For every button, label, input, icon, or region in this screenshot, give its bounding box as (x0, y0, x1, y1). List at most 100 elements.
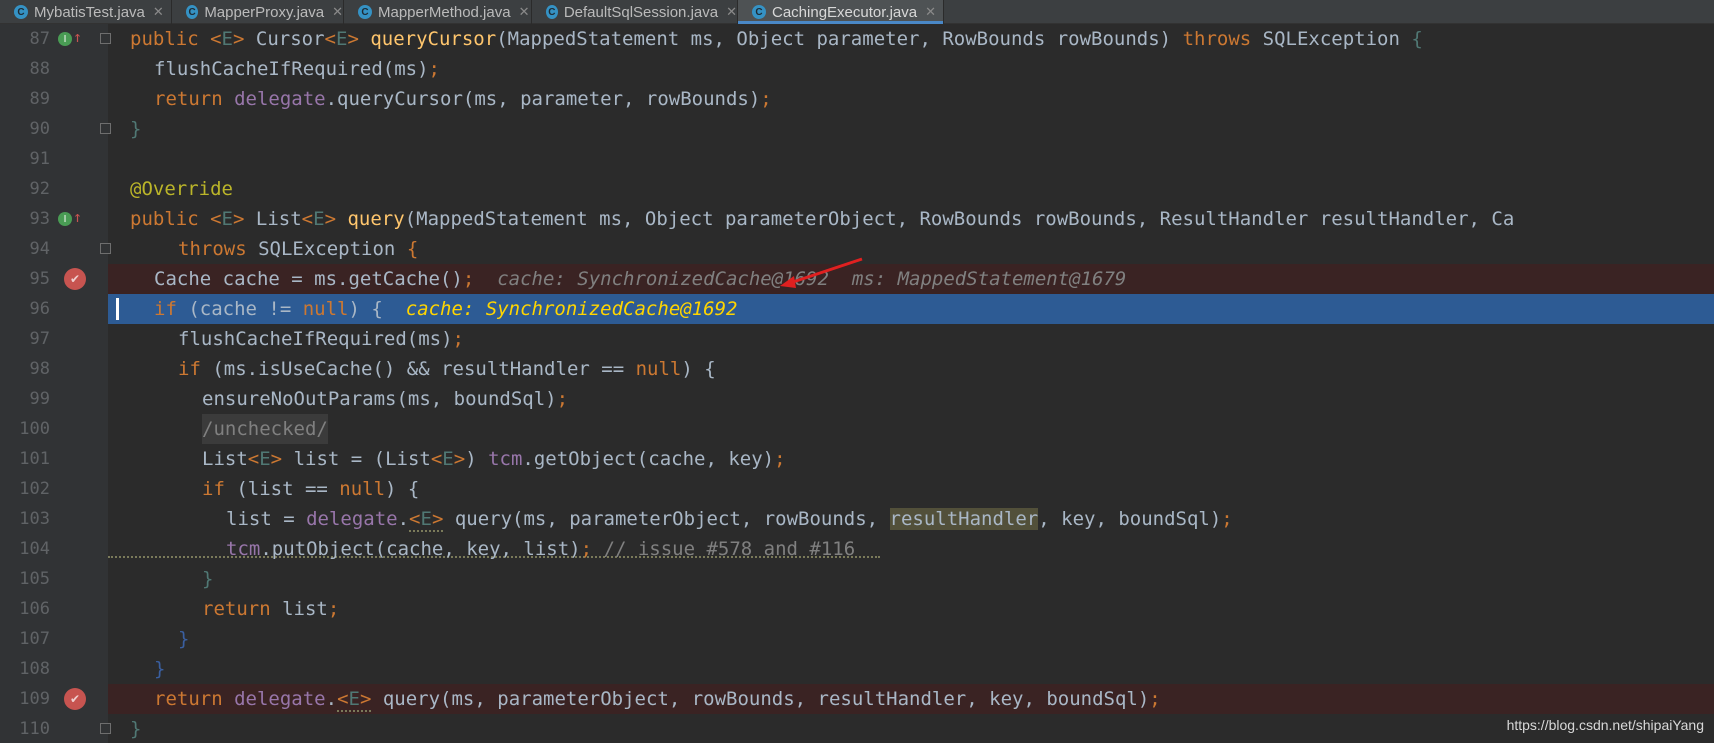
gutter-line[interactable]: 98 (0, 354, 108, 384)
close-icon[interactable]: ✕ (332, 4, 343, 20)
class-icon: C (186, 5, 199, 19)
gutter-line[interactable]: 90 (0, 114, 111, 144)
code-line-95[interactable]: Cache cache = ms.getCache(); cache: Sync… (108, 264, 1714, 294)
code-line-100[interactable]: /unchecked/ (108, 414, 1714, 444)
gutter-line[interactable]: 96 (0, 294, 108, 324)
code-line-99[interactable]: ensureNoOutParams(ms, boundSql); (108, 384, 1714, 414)
generic-bracket: > (359, 688, 372, 710)
code-line-93[interactable]: public <E> List<E> query(MappedStatement… (108, 204, 1714, 234)
tab-defaultsqlsession[interactable]: C DefaultSqlSession.java ✕ (532, 0, 738, 24)
gutter-line[interactable]: 88 (0, 54, 108, 84)
tab-cachingexecutor[interactable]: C CachingExecutor.java ✕ (738, 0, 944, 24)
type-param: E (259, 448, 271, 470)
gutter-line[interactable]: 102 (0, 474, 108, 504)
implements-icon[interactable]: I (58, 212, 72, 226)
gutter-line[interactable]: 100 (0, 414, 108, 444)
gutter-line[interactable]: 105 (0, 564, 108, 594)
gutter-line[interactable]: 87 I ↑ (0, 24, 111, 54)
code-line-106[interactable]: return list; (108, 594, 1714, 624)
keyword: return (154, 88, 223, 110)
gutter-line[interactable]: 108 (0, 654, 108, 684)
method-call: ensureNoOutParams(ms, boundSql) (202, 388, 557, 410)
close-icon[interactable]: ✕ (925, 4, 936, 20)
up-arrow-icon[interactable]: ↑ (73, 208, 82, 226)
gutter-line[interactable]: 109 ✔ (0, 684, 108, 714)
type-name: List (255, 208, 302, 230)
code-line-105[interactable]: } (108, 564, 1714, 594)
collapsed-comment[interactable]: /unchecked/ (202, 414, 328, 444)
generic-bracket: < (210, 28, 222, 50)
gutter-line[interactable]: 104 (0, 534, 108, 564)
code-line-110[interactable]: } (108, 714, 1714, 743)
code-line-108[interactable]: } (108, 654, 1714, 684)
code-line-98[interactable]: if (ms.isUseCache() && resultHandler == … (108, 354, 1714, 384)
class-icon: C (546, 5, 558, 19)
gutter-line[interactable]: 101 (0, 444, 108, 474)
keyword: null (302, 298, 349, 320)
tab-mappermethod[interactable]: C MapperMethod.java ✕ (344, 0, 532, 24)
gutter-line[interactable]: 95 ✔ (0, 264, 108, 294)
code-line-88[interactable]: flushCacheIfRequired(ms); (108, 54, 1714, 84)
semicolon: ; (452, 328, 464, 350)
gutter-line[interactable]: 92 (0, 174, 108, 204)
gutter-line[interactable]: 106 (0, 594, 108, 624)
code-line-102[interactable]: if (list == null) { (108, 474, 1714, 504)
keyword: public (130, 28, 199, 50)
tab-label: CachingExecutor.java (772, 3, 918, 21)
line-number: 95 (29, 269, 50, 289)
code-line-101[interactable]: List<E> list = (List<E>) tcm.getObject(c… (108, 444, 1714, 474)
gutter-line[interactable]: 103 (0, 504, 108, 534)
statement: list (270, 598, 328, 620)
tab-mybatistest[interactable]: C MybatisTest.java ✕ (0, 0, 172, 24)
brace: ) { (348, 298, 383, 320)
generic-bracket: < (337, 688, 349, 710)
keyword: return (154, 688, 223, 710)
breakpoint-icon[interactable]: ✔ (64, 688, 86, 710)
code-line-92[interactable]: @Override (108, 174, 1714, 204)
gutter-line[interactable]: 89 (0, 84, 108, 114)
implements-icon[interactable]: I (58, 32, 72, 46)
code-line-104[interactable]: tcm.putObject(cache, key, list); // issu… (108, 534, 1714, 564)
close-icon[interactable]: ✕ (726, 4, 737, 20)
condition: (list == (224, 478, 340, 500)
gutter-line[interactable]: 93 I ↑ (0, 204, 108, 234)
generic-bracket: < (301, 208, 314, 230)
editor-gutter[interactable]: 87 I ↑ 88 89 90 91 92 93 I ↑ 94 95 ✔ 96 … (0, 24, 111, 743)
gutter-line[interactable]: 110 (0, 714, 111, 743)
up-arrow-icon[interactable]: ↑ (73, 28, 82, 46)
close-icon[interactable]: ✕ (519, 4, 530, 20)
code-line-97[interactable]: flushCacheIfRequired(ms); (108, 324, 1714, 354)
breakpoint-icon[interactable]: ✔ (64, 268, 86, 290)
code-line-87[interactable]: public <E> Cursor<E> queryCursor(MappedS… (108, 24, 1714, 54)
code-line-89[interactable]: return delegate.queryCursor(ms, paramete… (108, 84, 1714, 114)
brace: } (202, 568, 214, 590)
code-line-107[interactable]: } (108, 624, 1714, 654)
gutter-line[interactable]: 99 (0, 384, 108, 414)
semicolon: ; (580, 538, 593, 560)
gutter-line[interactable]: 107 (0, 624, 108, 654)
code-line-90[interactable]: } (108, 114, 1714, 144)
gutter-line[interactable]: 94 (0, 234, 111, 264)
tab-mapperproxy[interactable]: C MapperProxy.java ✕ (172, 0, 344, 24)
gutter-line[interactable]: 91 (0, 144, 108, 174)
code-line-94[interactable]: throws SQLException { (108, 234, 1714, 264)
code-line-91[interactable] (108, 144, 1714, 174)
brace: ) { (681, 358, 716, 380)
code-line-96[interactable]: if (cache != null) { cache: Synchronized… (108, 294, 1714, 324)
code-editor[interactable]: public <E> Cursor<E> queryCursor(MappedS… (108, 24, 1714, 743)
class-icon: C (14, 5, 28, 19)
code-line-103[interactable]: list = delegate.<E> query(ms, parameterO… (108, 504, 1714, 534)
field-reference: tcm (488, 448, 523, 470)
method-call: .queryCursor(ms, parameter, rowBounds) (325, 88, 761, 110)
gutter-line[interactable]: 97 (0, 324, 108, 354)
method-call: query(ms, parameterObject, rowBounds, (443, 508, 890, 530)
annotation: @Override (130, 178, 233, 200)
type-param: E (221, 208, 233, 230)
close-icon[interactable]: ✕ (153, 4, 164, 20)
generic-bracket: > (453, 448, 466, 470)
line-number: 87 (29, 29, 50, 49)
class-icon: C (752, 5, 766, 19)
code-line-109[interactable]: return delegate.<E> query(ms, parameterO… (108, 684, 1714, 714)
type-param: E (221, 28, 233, 50)
keyword: throws (178, 238, 247, 260)
